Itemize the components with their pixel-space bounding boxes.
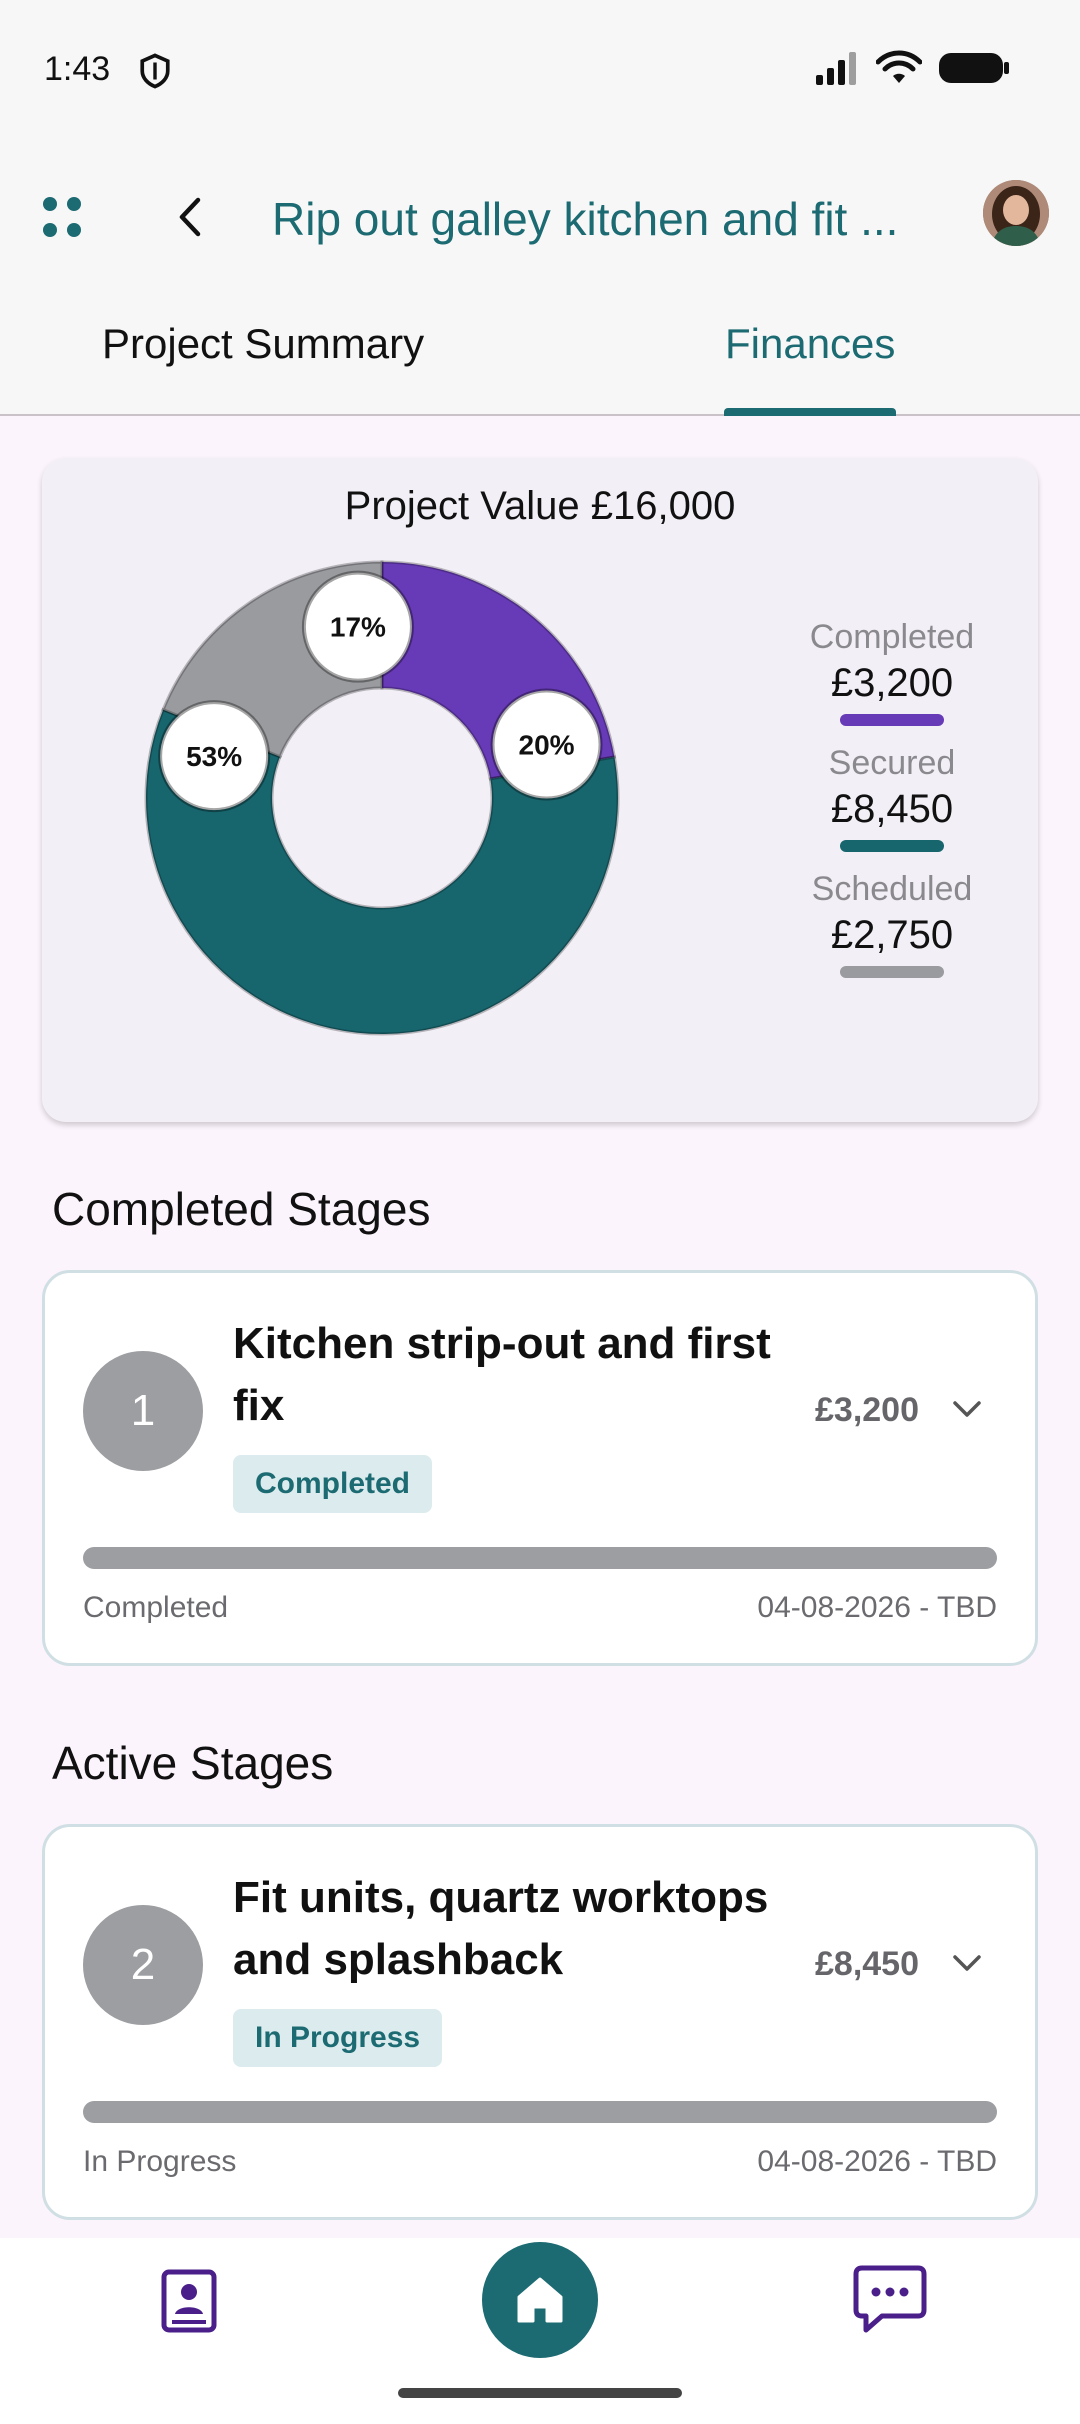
legend-item-secured: Secured £8,450 bbox=[762, 744, 1022, 852]
donut-label-scheduled: 17% bbox=[301, 570, 414, 683]
finance-legend: Completed £3,200 Secured £8,450 Schedule… bbox=[762, 618, 1022, 996]
svg-text:53%: 53% bbox=[186, 741, 242, 772]
signal-icon bbox=[816, 52, 856, 85]
home-button[interactable] bbox=[482, 2242, 598, 2358]
legend-swatch bbox=[840, 840, 944, 852]
legend-value: £2,750 bbox=[830, 913, 954, 957]
status-badge: In Progress bbox=[233, 2009, 443, 2067]
home-indicator bbox=[398, 2388, 682, 2398]
app-bar: Rip out galley kitchen and fit ... bbox=[0, 140, 1080, 290]
stage-card[interactable]: 2 Fit units, quartz worktops and splashb… bbox=[42, 1824, 1038, 2220]
donut-label-completed: 20% bbox=[490, 688, 603, 801]
stage-amount: £8,450 bbox=[815, 1945, 919, 1983]
chevron-left-icon[interactable] bbox=[172, 192, 212, 242]
home-icon bbox=[517, 2277, 563, 2323]
stage-progress-bar bbox=[83, 1547, 997, 1569]
legend-swatch bbox=[840, 714, 944, 726]
bottom-nav bbox=[0, 2238, 1080, 2424]
stage-status: Completed bbox=[83, 1591, 229, 1624]
legend-swatch bbox=[840, 966, 944, 978]
avatar[interactable] bbox=[983, 180, 1049, 246]
wifi-icon bbox=[876, 50, 922, 83]
shield-icon bbox=[140, 53, 170, 89]
contact-book-icon[interactable] bbox=[160, 2268, 218, 2334]
stage-name: Fit units, quartz worktops and splashbac… bbox=[233, 1873, 769, 1984]
tab-project-summary[interactable]: Project Summary bbox=[102, 320, 424, 368]
battery-icon bbox=[939, 53, 1009, 83]
active-stages-heading: Active Stages bbox=[52, 1737, 334, 1789]
status-icons bbox=[814, 50, 1010, 86]
legend-label: Secured bbox=[828, 744, 956, 782]
status-time: 1:43 bbox=[44, 50, 111, 88]
status-bar: 1:43 bbox=[0, 0, 1080, 140]
svg-text:20%: 20% bbox=[519, 730, 575, 761]
donut-label-secured: 53% bbox=[158, 700, 271, 813]
finance-donut-chart: 20% 53% 17% bbox=[144, 560, 620, 1036]
stage-amount: £3,200 bbox=[815, 1391, 919, 1429]
stage-status: In Progress bbox=[83, 2145, 237, 2178]
stage-dates: 04-08-2026 - TBD bbox=[757, 2145, 997, 2178]
status-badge: Completed bbox=[233, 1455, 433, 1513]
legend-item-completed: Completed £3,200 bbox=[762, 618, 1022, 726]
svg-text:17%: 17% bbox=[330, 612, 386, 643]
stage-dates: 04-08-2026 - TBD bbox=[757, 1591, 997, 1624]
chevron-down-icon[interactable] bbox=[949, 1945, 985, 1981]
tab-indicator bbox=[724, 408, 896, 416]
project-value-title: Project Value £16,000 bbox=[344, 484, 736, 528]
grid-dots-icon[interactable] bbox=[40, 188, 90, 248]
stage-name: Kitchen strip-out and first fix bbox=[233, 1319, 771, 1430]
chat-bubble-icon[interactable] bbox=[852, 2264, 928, 2334]
stage-card[interactable]: 1 Kitchen strip-out and first fix Comple… bbox=[42, 1270, 1038, 1666]
page-title: Rip out galley kitchen and fit ... bbox=[272, 193, 899, 245]
legend-label: Completed bbox=[809, 618, 975, 656]
project-value-card: Project Value £16,000 20% 53% 17% Complete… bbox=[42, 458, 1038, 1122]
legend-value: £3,200 bbox=[830, 661, 954, 705]
stage-number: 1 bbox=[83, 1351, 203, 1471]
legend-item-scheduled: Scheduled £2,750 bbox=[762, 870, 1022, 978]
stage-progress-bar bbox=[83, 2101, 997, 2123]
tab-bar: Project Summary Finances bbox=[0, 290, 1080, 416]
legend-label: Scheduled bbox=[811, 870, 973, 908]
chevron-down-icon[interactable] bbox=[949, 1391, 985, 1427]
completed-stages-heading: Completed Stages bbox=[52, 1183, 431, 1235]
tab-finances[interactable]: Finances bbox=[725, 320, 895, 368]
stage-number: 2 bbox=[83, 1905, 203, 2025]
legend-value: £8,450 bbox=[830, 787, 954, 831]
